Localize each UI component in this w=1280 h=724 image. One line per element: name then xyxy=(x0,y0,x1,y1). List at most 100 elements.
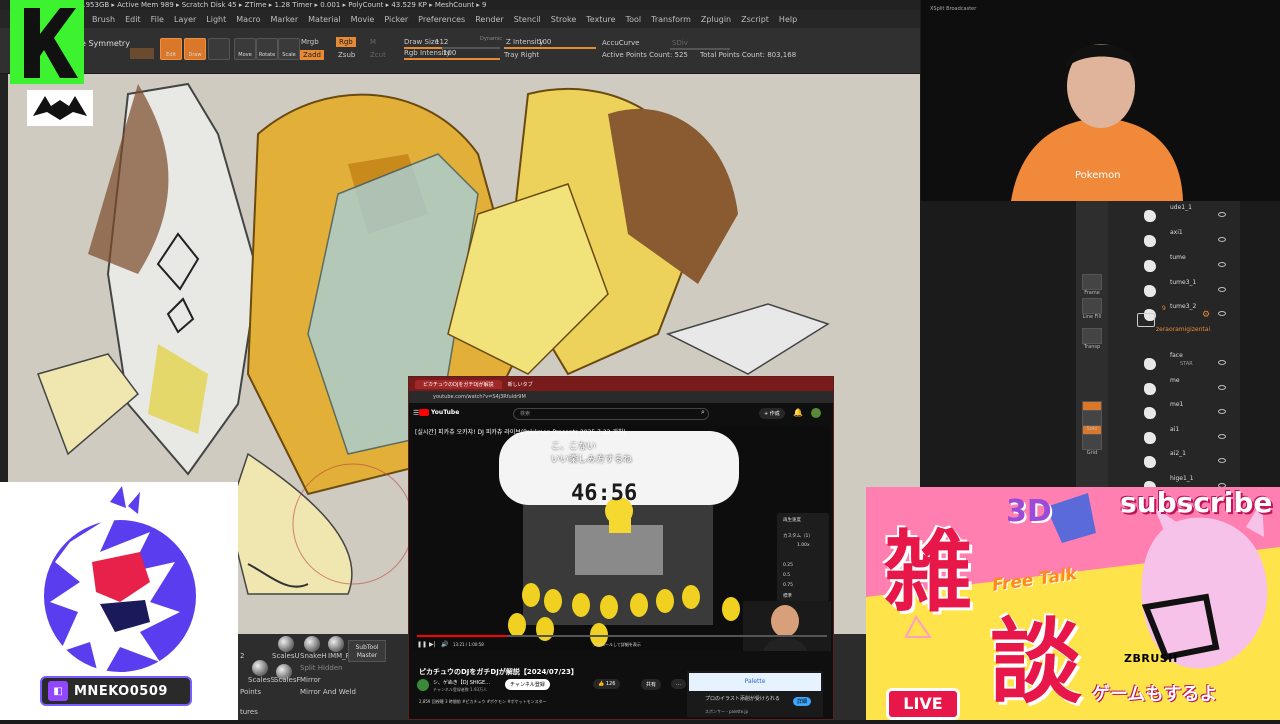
tray-right-button[interactable]: Tray Right xyxy=(504,51,539,59)
subscribe-button[interactable]: チャンネル登録 xyxy=(505,679,550,690)
brush-thumbnail[interactable] xyxy=(304,636,320,652)
menu-item[interactable]: Zscript xyxy=(741,15,769,24)
eye-icon[interactable] xyxy=(1218,212,1226,217)
bell-icon[interactable]: 🔔 xyxy=(793,408,803,417)
subtool-item[interactable]: ude1_1 xyxy=(1140,204,1236,226)
subtool-item[interactable]: me xyxy=(1140,377,1236,399)
brush-thumbnail[interactable] xyxy=(278,636,294,652)
menu-item[interactable]: Transform xyxy=(651,15,691,24)
mirror-button[interactable]: Mirror xyxy=(300,676,321,684)
eye-icon[interactable] xyxy=(1218,287,1226,292)
brush-label[interactable]: ScalesS xyxy=(248,676,275,684)
brush-thumbnail[interactable] xyxy=(252,660,268,676)
browser-tab[interactable]: 新しいタブ xyxy=(508,381,533,388)
menu-item[interactable]: Stencil xyxy=(514,15,541,24)
accucurve-button[interactable]: AccuCurve xyxy=(602,39,639,47)
rgb-intensity-slider[interactable] xyxy=(404,58,500,60)
share-button[interactable]: 共有 xyxy=(641,679,662,690)
eye-icon[interactable] xyxy=(1218,360,1226,365)
menu-item[interactable]: Brush xyxy=(92,15,115,24)
like-button[interactable]: 👍 126 xyxy=(593,679,621,689)
tool-button[interactable]: Edit xyxy=(160,38,182,60)
menu-item[interactable]: Movie xyxy=(351,15,375,24)
zcut-button[interactable]: Zcut xyxy=(370,51,386,59)
brush-label[interactable]: ScalesF xyxy=(274,676,301,684)
menu-item[interactable]: Picker xyxy=(384,15,408,24)
side-button[interactable]: Line Fill xyxy=(1080,298,1104,320)
menu-item[interactable]: Material xyxy=(308,15,341,24)
playback-speed-menu[interactable]: 再生速度 カスタム（1） 1.00x 0.25 0.5 0.75 標準 xyxy=(777,513,829,601)
color-swatch[interactable] xyxy=(130,48,154,59)
video-description[interactable]: 2,859 回視聴 3 時間前 #ピカチュウ #ポケモン #ポケットモンスター xyxy=(419,699,669,705)
speed-option[interactable]: 0.75 xyxy=(783,583,793,588)
tool-button[interactable]: Rotate xyxy=(256,38,278,60)
speed-option[interactable]: 0.5 xyxy=(783,573,790,578)
zsub-button[interactable]: Zsub xyxy=(338,51,355,59)
menu-item[interactable]: Tool xyxy=(626,15,642,24)
eye-icon[interactable] xyxy=(1218,385,1226,390)
search-icon[interactable]: ⌕ xyxy=(701,408,705,417)
subtool-item[interactable]: axi1 xyxy=(1140,229,1236,251)
volume-icon[interactable]: 🔊 xyxy=(441,641,448,648)
side-button[interactable]: Transp xyxy=(1080,328,1104,350)
mirror-and-weld-button[interactable]: Mirror And Weld xyxy=(300,688,356,696)
menu-item[interactable]: Layer xyxy=(174,15,196,24)
subtool-item[interactable]: me1 xyxy=(1140,401,1236,423)
pause-icon[interactable]: ❚❚ xyxy=(417,641,427,648)
more-button[interactable]: … xyxy=(671,679,686,689)
speed-option[interactable]: 標準 xyxy=(783,593,792,599)
browser-tab[interactable]: ピカチュウのDJをガチDJが解説 xyxy=(415,379,502,389)
rgb-button[interactable]: Rgb xyxy=(336,37,356,47)
folder-icon[interactable] xyxy=(1137,313,1155,327)
zadd-button[interactable]: Zadd xyxy=(300,50,324,60)
tool-button[interactable]: Draw xyxy=(184,38,206,60)
menu-item[interactable]: Help xyxy=(779,15,797,24)
tool-button[interactable]: Scale xyxy=(278,38,300,60)
channel-name[interactable]: シ、ゲぬき【DJ SHIGE… xyxy=(433,679,490,686)
avatar[interactable] xyxy=(811,408,821,418)
menu-item[interactable]: Marker xyxy=(270,15,298,24)
menu-item[interactable]: File xyxy=(151,15,164,24)
eye-icon[interactable] xyxy=(1218,434,1226,439)
brush-label[interactable]: ScalesU xyxy=(272,652,300,660)
m-button[interactable]: M xyxy=(370,38,376,46)
menu-item[interactable]: Macro xyxy=(236,15,260,24)
menu-item[interactable]: Preferences xyxy=(418,15,465,24)
subtool-item[interactable]: ai1 xyxy=(1140,426,1236,448)
menu-item[interactable]: Light xyxy=(206,15,226,24)
split-hidden-button[interactable]: Split Hidden xyxy=(300,664,343,672)
menu-item[interactable]: Edit xyxy=(125,15,141,24)
subtool-item[interactable]: zeraoramigizentai xyxy=(1140,326,1236,348)
brush-label[interactable]: 2 xyxy=(240,652,244,660)
search-input[interactable]: 検索 xyxy=(513,408,709,420)
brush-label[interactable]: SnakeH xyxy=(300,652,327,660)
channel-avatar[interactable] xyxy=(417,679,429,691)
tool-button[interactable] xyxy=(208,38,230,60)
subtool-item[interactable]: ai2_1 xyxy=(1140,450,1236,472)
side-button[interactable]: Frame xyxy=(1080,274,1104,296)
gear-icon[interactable]: ⚙ xyxy=(1202,310,1210,320)
mrgb-button[interactable]: Mrgb xyxy=(301,38,319,46)
side-button[interactable]: Grid xyxy=(1080,434,1104,456)
sdiv-slider[interactable] xyxy=(670,48,730,50)
menu-item[interactable]: Stroke xyxy=(551,15,577,24)
brush-thumbnail[interactable] xyxy=(328,636,344,652)
next-icon[interactable]: ▶| xyxy=(429,641,436,648)
speed-option[interactable]: 0.25 xyxy=(783,563,793,568)
subtool-item[interactable]: tume xyxy=(1140,254,1236,276)
subtool-master-button[interactable]: SubTool Master xyxy=(348,640,386,662)
sponsored-ad[interactable]: Palette プロのイラスト添削が受けられる スポンサー・palette.jp… xyxy=(687,671,823,717)
dynamic-button[interactable]: Dynamic xyxy=(480,36,502,42)
menu-item[interactable]: Zplugin xyxy=(701,15,731,24)
address-bar[interactable]: youtube.com/watch?v=S4j3Rfuldr9M xyxy=(409,391,833,403)
subtool-item[interactable]: tume3_1 xyxy=(1140,279,1236,301)
menu-item[interactable]: Render xyxy=(475,15,503,24)
eye-icon[interactable] xyxy=(1218,262,1226,267)
eye-icon[interactable] xyxy=(1218,458,1226,463)
create-button[interactable]: + 作成 xyxy=(759,408,785,419)
z-intensity-slider[interactable] xyxy=(504,47,596,49)
side-button[interactable]: Solo xyxy=(1080,410,1104,432)
ad-details-button[interactable]: 詳細 xyxy=(793,697,812,706)
eye-icon[interactable] xyxy=(1218,409,1226,414)
youtube-logo[interactable]: YouTube xyxy=(419,409,459,416)
